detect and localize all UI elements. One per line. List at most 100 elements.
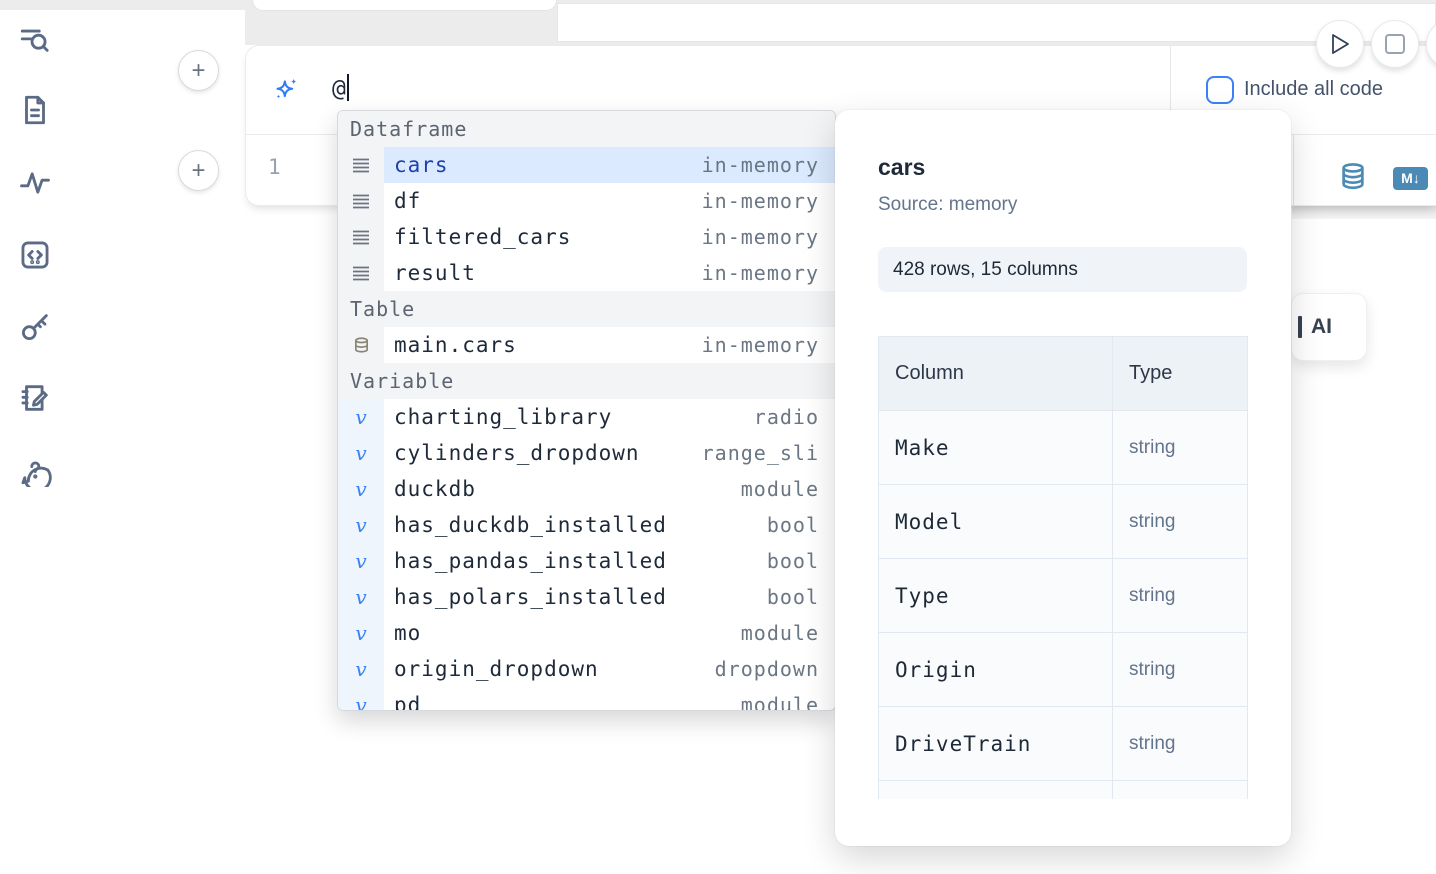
autocomplete-item[interactable]: result in-memory: [338, 255, 835, 291]
autocomplete-item[interactable]: carsin-memory: [338, 147, 835, 183]
autocomplete-item[interactable]: v mo module: [338, 615, 835, 651]
autocomplete-item-main: df in-memory: [384, 183, 835, 219]
autocomplete-item-name: pd: [394, 693, 421, 711]
autocomplete-item[interactable]: vhas_polars_installedbool: [338, 579, 835, 615]
dataframe-preview-panel: cars Source: memory 428 rows, 15 columns…: [835, 110, 1291, 846]
database-icon[interactable]: [1338, 161, 1368, 193]
add-cell-button-top[interactable]: +: [178, 50, 219, 91]
run-cell-button[interactable]: [1316, 20, 1364, 68]
autocomplete-item-gutter: [338, 327, 384, 363]
autocomplete-item-type: in-memory: [702, 333, 819, 357]
autocomplete-item-type: module: [741, 693, 819, 711]
schema-column-type: string: [1113, 633, 1248, 707]
markdown-icon[interactable]: M↓: [1393, 167, 1428, 190]
stop-button[interactable]: [1371, 20, 1419, 68]
schema-row: Makestring: [879, 411, 1248, 485]
autocomplete-item[interactable]: main.cars in-memory: [338, 327, 835, 363]
include-all-code-label: Include all code: [1244, 78, 1383, 101]
autocomplete-item-type: in-memory: [702, 261, 819, 285]
ai-button-fragment[interactable]: AI: [1291, 293, 1367, 361]
autocomplete-item-type: range_sli: [702, 441, 819, 465]
autocomplete-item-name: has_duckdb_installed: [394, 513, 667, 537]
schema-row: [879, 781, 1248, 800]
autocomplete-item-gutter: [338, 183, 384, 219]
clipped-text: [1298, 316, 1302, 338]
autocomplete-item-type: bool: [767, 585, 819, 609]
autocomplete-item-main: has_duckdb_installed bool: [384, 507, 835, 543]
cell-shadow: [1292, 206, 1436, 219]
autocomplete-item-name: result: [394, 261, 476, 285]
variable-icon: v: [355, 621, 366, 645]
autocomplete-item[interactable]: vpdmodule: [338, 687, 835, 711]
autocomplete-item-main: charting_libraryradio: [384, 399, 835, 435]
autocomplete-item-name: origin_dropdown: [394, 657, 599, 681]
variable-icon: v: [355, 441, 366, 465]
autocomplete-item[interactable]: vorigin_dropdowndropdown: [338, 651, 835, 687]
autocomplete-item-type: in-memory: [702, 225, 819, 249]
schema-column-type: string: [1113, 485, 1248, 559]
autocomplete-item-name: mo: [394, 621, 421, 645]
stop-icon: [1384, 33, 1406, 55]
autocomplete-item-gutter: v: [338, 579, 384, 615]
schema-column-name: Type: [879, 559, 1113, 633]
schema-column-type: string: [1113, 707, 1248, 781]
code-square-icon[interactable]: [18, 238, 52, 272]
autocomplete-item[interactable]: filtered_carsin-memory: [338, 219, 835, 255]
autocomplete-item[interactable]: v charting_libraryradio: [338, 399, 835, 435]
activity-icon[interactable]: [18, 166, 52, 200]
autocomplete-item[interactable]: vhas_pandas_installedbool: [338, 543, 835, 579]
autocomplete-item-type: module: [741, 621, 819, 645]
autocomplete-item-main: result in-memory: [384, 255, 835, 291]
cell-toolbar: M↓: [1293, 135, 1436, 207]
autocomplete-dropdown: Dataframecarsin-memorydfin-memoryfiltere…: [337, 110, 836, 711]
schema-row: Modelstring: [879, 485, 1248, 559]
schema-table: ColumnType MakestringModelstringTypestri…: [878, 336, 1248, 799]
autocomplete-item-type: in-memory: [702, 189, 819, 213]
dataframe-icon: [352, 192, 370, 210]
variable-icon: v: [355, 405, 366, 429]
ai-prompt-input[interactable]: @: [332, 74, 349, 102]
help-bubble-icon[interactable]: [18, 453, 52, 487]
autocomplete-item-main: mo module: [384, 615, 835, 651]
schema-column-type: [1113, 781, 1248, 800]
document-icon[interactable]: [18, 93, 52, 127]
previous-cell-output-fragment: [557, 3, 1436, 42]
table-icon: [353, 336, 370, 354]
autocomplete-item-gutter: v: [338, 399, 384, 435]
preview-title: cars: [878, 154, 1248, 181]
autocomplete-item-main: has_polars_installedbool: [384, 579, 835, 615]
autocomplete-item-type: bool: [767, 513, 819, 537]
autocomplete-item-gutter: v: [338, 651, 384, 687]
schema-table-wrapper: ColumnType MakestringModelstringTypestri…: [878, 336, 1248, 799]
list-search-icon[interactable]: [18, 24, 52, 58]
autocomplete-item[interactable]: df in-memory: [338, 183, 835, 219]
dataframe-icon: [352, 264, 370, 282]
preview-shape-badge: 428 rows, 15 columns: [878, 247, 1247, 292]
autocomplete-item-main: duckdbmodule: [384, 471, 835, 507]
autocomplete-item[interactable]: v cylinders_dropdown range_sli: [338, 435, 835, 471]
autocomplete-item-gutter: [338, 147, 384, 183]
include-all-code-checkbox[interactable]: [1206, 76, 1234, 104]
key-icon[interactable]: [18, 310, 52, 344]
autocomplete-item-type: bool: [767, 549, 819, 573]
add-cell-button-bottom[interactable]: +: [178, 150, 219, 191]
autocomplete-item-name: cars: [394, 153, 449, 177]
autocomplete-item[interactable]: vhas_duckdb_installedbool: [338, 507, 835, 543]
text-caret: [347, 74, 349, 101]
schema-column-type: string: [1113, 411, 1248, 485]
sparkles-icon: [272, 75, 300, 103]
autocomplete-item-name: main.cars: [394, 333, 517, 357]
autocomplete-item[interactable]: vduckdbmodule: [338, 471, 835, 507]
line-number: 1: [268, 155, 281, 179]
autocomplete-item-name: cylinders_dropdown: [394, 441, 640, 465]
schema-column-name: Model: [879, 485, 1113, 559]
autocomplete-item-main: origin_dropdowndropdown: [384, 651, 835, 687]
notebook-edit-icon[interactable]: [18, 381, 52, 415]
autocomplete-item-main: filtered_carsin-memory: [384, 219, 835, 255]
autocomplete-item-type: module: [741, 477, 819, 501]
schema-column-name: Origin: [879, 633, 1113, 707]
dataframe-icon: [352, 156, 370, 174]
autocomplete-section-header: Table: [338, 291, 835, 327]
autocomplete-item-type: radio: [754, 405, 819, 429]
autocomplete-item-name: df: [394, 189, 421, 213]
